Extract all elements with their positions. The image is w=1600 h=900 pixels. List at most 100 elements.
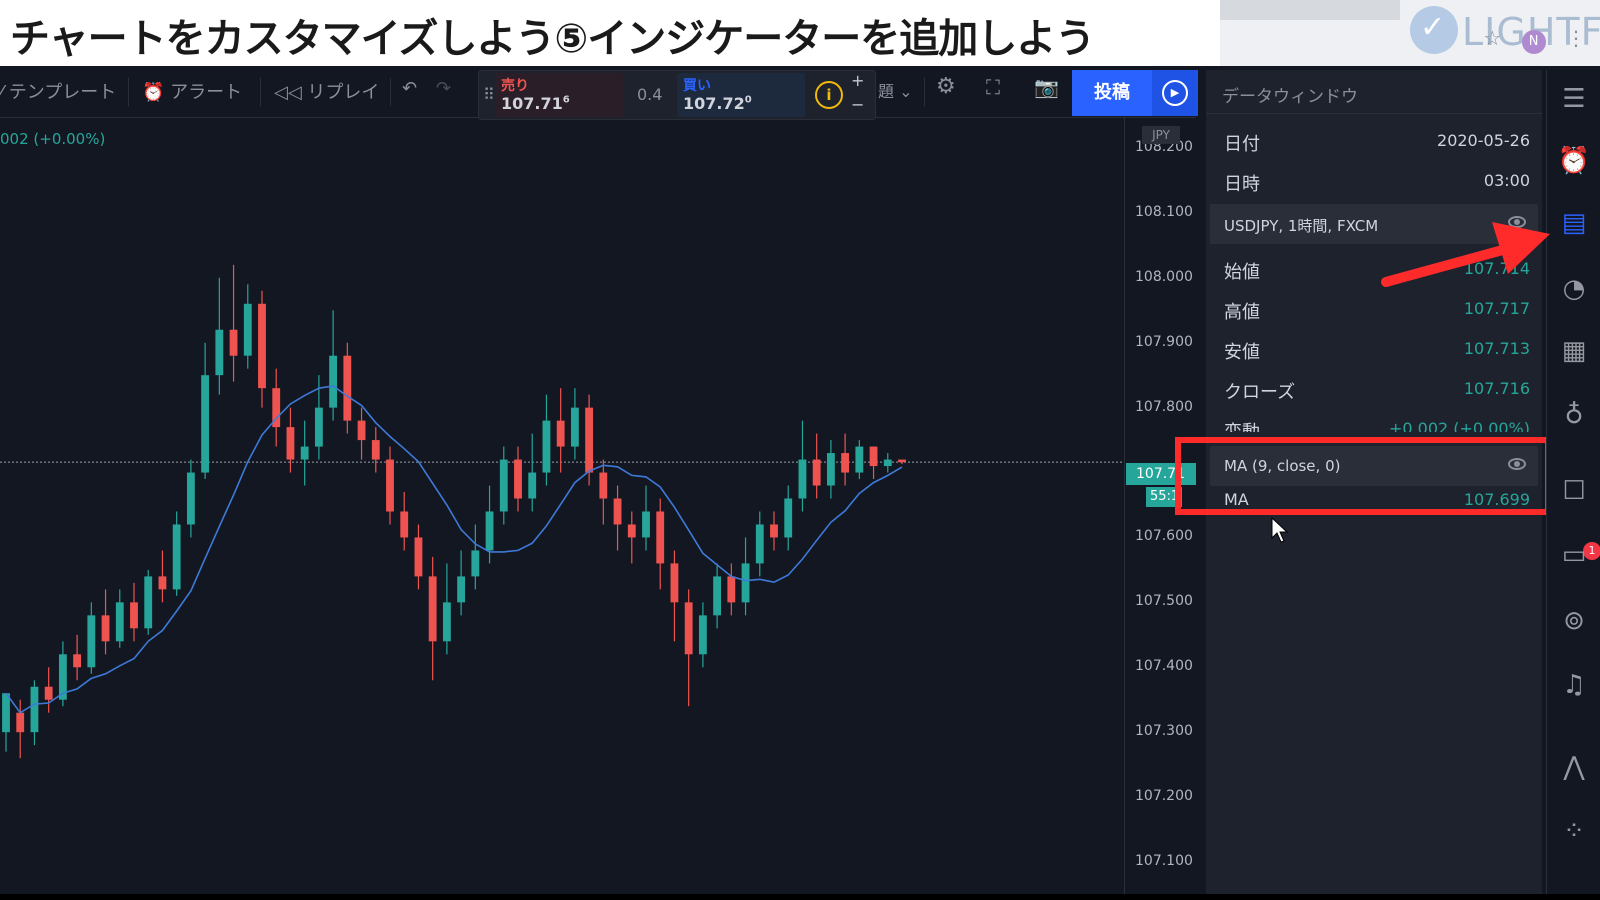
plus-button[interactable]: +	[851, 71, 864, 90]
camera-icon: 📷	[1034, 75, 1059, 99]
candle-down	[101, 615, 110, 642]
candle-up	[485, 511, 494, 551]
minus-button[interactable]: −	[851, 95, 864, 114]
avatar[interactable]: N	[1521, 30, 1546, 54]
buy-price: 107.720	[683, 94, 752, 113]
right-sidebar: ☰ ⏰ ▤ ◔ ▦ ♁ ☐ 1 ▭ ⊚ ♫ ⋀ ⁘	[1546, 70, 1600, 900]
browser-corner: ✓ LIGHTFX ☆ N ⋮	[1220, 0, 1600, 66]
candle-up	[300, 446, 309, 460]
change-value: +0.002 (+0.00%)	[1388, 419, 1530, 432]
browser-icons: ☆ N ⋮	[1469, 26, 1586, 54]
data-window-icon[interactable]: ▤	[1557, 206, 1591, 240]
candle-up	[855, 446, 864, 473]
more-menu-icon[interactable]: ⋮	[1566, 26, 1586, 50]
price-axis-label: 107.500	[1135, 593, 1193, 610]
chart-trend-icon[interactable]: ⋀	[1557, 750, 1591, 784]
alarm-add-icon: ⏰	[142, 82, 171, 103]
panel-title: データウィンドウ	[1222, 87, 1358, 107]
alert-button[interactable]: ⏰ アラート	[142, 78, 242, 104]
rewind-icon: ◁◁	[274, 82, 308, 103]
candle-down	[428, 576, 437, 642]
calendar-icon[interactable]: ▦	[1557, 334, 1591, 368]
info-icon[interactable]: i	[815, 81, 843, 109]
sell-button[interactable]: 売り 107.716	[495, 73, 623, 117]
low-value: 107.713	[1463, 339, 1530, 358]
snapshot-button[interactable]: 📷	[1034, 75, 1059, 99]
candle-up	[471, 550, 480, 577]
date-value: 2020-05-26	[1437, 131, 1530, 150]
redo-icon: ↷	[436, 78, 452, 99]
play-icon: ▶	[1162, 80, 1188, 106]
candle-up	[542, 420, 551, 473]
template-button[interactable]: ⁄ テンプレート	[0, 78, 116, 104]
symbol-section-label: USDJPY, 1時間, FXCM	[1224, 217, 1379, 235]
close-value: 107.716	[1463, 379, 1530, 398]
sell-price: 107.716	[501, 94, 570, 113]
candle-down	[357, 420, 366, 441]
candle-down	[656, 511, 665, 564]
timer-icon[interactable]: ◔	[1557, 272, 1591, 306]
candle-up	[698, 615, 707, 655]
undo-icon: ↶	[402, 78, 418, 99]
candle-down	[556, 420, 565, 447]
comment-icon[interactable]: ▭	[1557, 538, 1591, 572]
post-button[interactable]: 投稿	[1072, 70, 1152, 116]
grid-dots-icon[interactable]: ⁘	[1557, 814, 1591, 848]
date-row: 日付 2020-05-26	[1206, 122, 1542, 162]
chat-icon[interactable]: ☐	[1557, 474, 1591, 508]
spread-value: 0.4	[637, 85, 663, 104]
candle-up	[30, 686, 39, 733]
banner-title: チャートをカスタマイズしよう⑤インジケーターを追加しよう	[10, 16, 1095, 62]
publish-play-button[interactable]: ▶	[1152, 70, 1198, 116]
redo-button[interactable]: ↷	[436, 78, 451, 99]
candle-down	[130, 602, 138, 629]
candle-down	[386, 459, 394, 512]
undo-button[interactable]: ↶	[402, 78, 417, 99]
candle-down	[585, 407, 594, 473]
watchlist-icon[interactable]: ☰	[1557, 82, 1591, 116]
toolbar-divider	[128, 78, 129, 106]
price-axis-label: 108.100	[1135, 203, 1193, 220]
price-axis-label: 107.200	[1135, 788, 1193, 805]
partial-menu-label[interactable]: 題 ⌄	[878, 78, 913, 102]
currency-badge[interactable]: JPY	[1142, 126, 1180, 144]
stream-icon[interactable]: ⊚	[1557, 604, 1591, 638]
drag-handle-icon[interactable]: ⠿	[483, 85, 495, 104]
candle-down	[371, 440, 380, 460]
fullscreen-icon: ⛶	[986, 75, 1000, 99]
chevron-down-icon: ⌄	[899, 82, 913, 101]
mouse-cursor-icon	[1271, 516, 1289, 543]
change-percent-label: 002 (+0.00%)	[0, 130, 106, 148]
ideas-bulb-icon[interactable]: ♁	[1557, 398, 1591, 432]
buy-label: 買い	[683, 78, 711, 94]
bell-icon[interactable]: ♫	[1557, 668, 1591, 702]
candle-up	[2, 693, 10, 733]
low-row: 安値 107.713	[1206, 330, 1542, 370]
candle-down	[898, 459, 906, 463]
browser-address-bar[interactable]	[1220, 0, 1400, 20]
change-row: 変動 +0.002 (+0.00%)	[1206, 410, 1542, 432]
buy-button[interactable]: 買い 107.720	[677, 73, 805, 117]
gear-icon: ⚙	[936, 74, 956, 99]
fullscreen-button[interactable]: ⛶	[986, 75, 1000, 99]
app-root: チャートをカスタマイズしよう⑤インジケーターを追加しよう ✓ LIGHTFX ☆…	[0, 0, 1600, 900]
time-label: 日時	[1224, 174, 1260, 195]
candle-down	[869, 446, 878, 467]
candle-up	[784, 498, 793, 538]
replay-button[interactable]: ◁◁ リプレイ	[274, 78, 379, 104]
candle-down	[841, 453, 850, 473]
candle-down	[258, 303, 266, 389]
candle-up	[172, 524, 181, 590]
alarm-clock-icon[interactable]: ⏰	[1557, 144, 1591, 178]
price-axis-label: 107.800	[1135, 398, 1193, 415]
candle-down	[400, 511, 409, 538]
candle-up	[186, 472, 195, 525]
sell-label: 売り	[501, 78, 529, 94]
candle-up	[713, 576, 722, 616]
panel-header: データウィンドウ	[1206, 70, 1542, 114]
star-icon[interactable]: ☆	[1483, 26, 1501, 50]
highlight-annotation-box	[1175, 437, 1551, 515]
candle-up	[115, 602, 124, 642]
candlestick-chart[interactable]	[0, 118, 1124, 900]
settings-button[interactable]: ⚙	[936, 74, 956, 99]
